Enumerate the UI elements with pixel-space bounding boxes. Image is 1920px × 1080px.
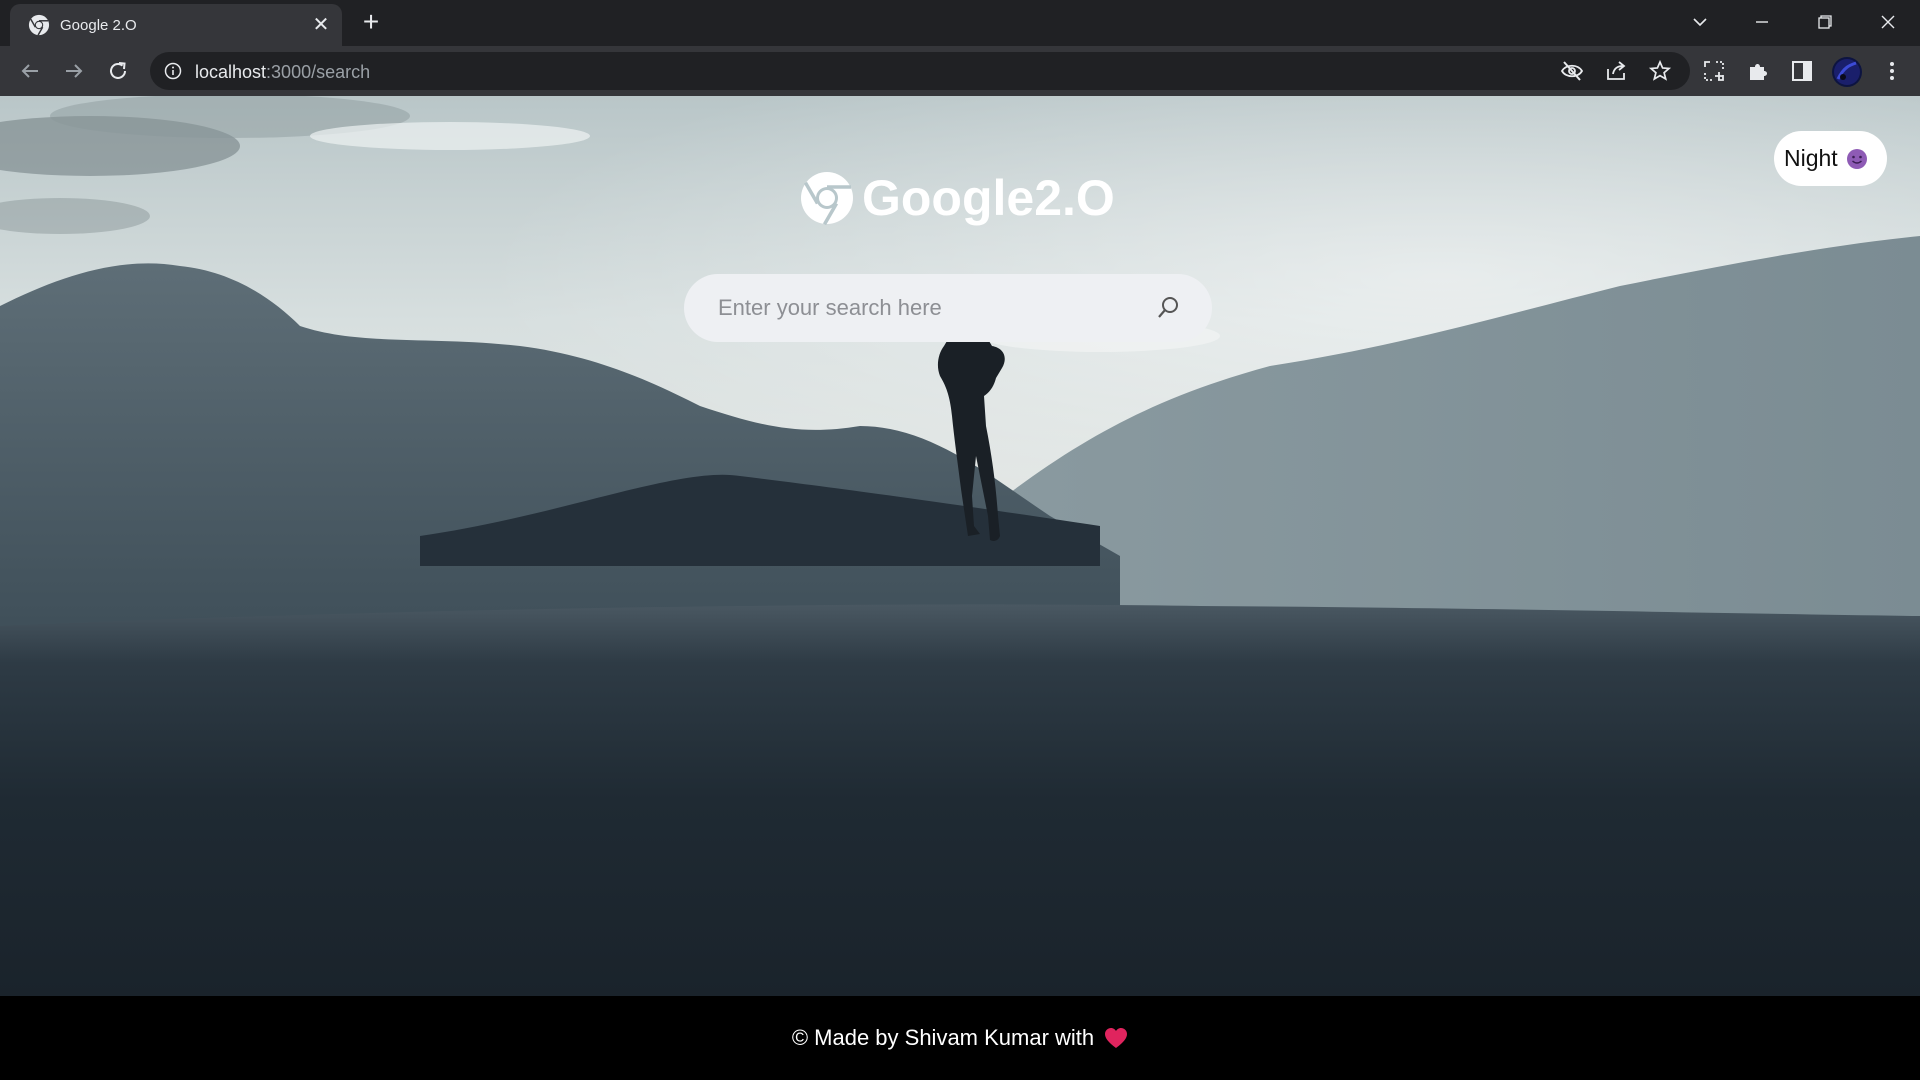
- site-logo: Google2.O: [800, 168, 1115, 228]
- tab-strip: Google 2.O ✕ +: [0, 0, 1920, 46]
- page-viewport: Night Google2.O: [0, 96, 1920, 996]
- night-mode-label: Night: [1784, 145, 1838, 171]
- share-icon[interactable]: [1604, 59, 1628, 83]
- browser-toolbar: localhost:3000/search: [0, 46, 1920, 96]
- address-bar[interactable]: localhost:3000/search: [150, 52, 1690, 90]
- night-mode-toggle[interactable]: Night: [1774, 131, 1887, 186]
- bookmark-star-icon[interactable]: [1648, 59, 1672, 83]
- minimize-icon[interactable]: [1748, 8, 1776, 36]
- tab-close-icon[interactable]: ✕: [310, 14, 332, 36]
- browser-menu-icon[interactable]: [1880, 59, 1904, 83]
- forward-arrow-icon[interactable]: [61, 58, 87, 84]
- tab-favicon-icon: [28, 14, 50, 36]
- back-arrow-icon[interactable]: [17, 58, 43, 84]
- profile-avatar[interactable]: [1832, 57, 1862, 87]
- logo-text: Google2.O: [862, 170, 1115, 226]
- footer-credit-text: © Made by Shivam Kumar with: [791, 1025, 1095, 1050]
- red-heart-icon: [1105, 1028, 1128, 1048]
- new-tab-button[interactable]: +: [358, 8, 384, 36]
- desert-mountain-background-image: [0, 96, 1920, 996]
- search-icon[interactable]: [1154, 294, 1182, 322]
- url-text[interactable]: localhost:3000/search: [195, 62, 370, 83]
- eye-slash-icon[interactable]: [1560, 59, 1584, 83]
- search-bar: [684, 274, 1212, 342]
- purple-smiling-face-icon: [1846, 148, 1867, 169]
- chrome-logo-icon: [801, 172, 853, 225]
- restore-icon[interactable]: [1811, 8, 1839, 36]
- page-footer: © Made by Shivam Kumar with: [0, 996, 1920, 1080]
- screenshot-capture-icon[interactable]: [1702, 59, 1726, 83]
- tab-title: Google 2.O: [60, 17, 137, 34]
- close-window-icon[interactable]: [1874, 8, 1902, 36]
- reload-icon[interactable]: [105, 58, 131, 84]
- url-host: localhost: [195, 62, 267, 82]
- extensions-puzzle-icon[interactable]: [1746, 59, 1770, 83]
- browser-tab[interactable]: Google 2.O ✕: [10, 4, 342, 46]
- url-path: :3000/search: [266, 62, 371, 82]
- side-panel-icon[interactable]: [1790, 59, 1814, 83]
- tab-search-chevron-icon[interactable]: [1686, 8, 1714, 36]
- site-info-icon[interactable]: [164, 62, 182, 80]
- search-input[interactable]: [718, 274, 1138, 342]
